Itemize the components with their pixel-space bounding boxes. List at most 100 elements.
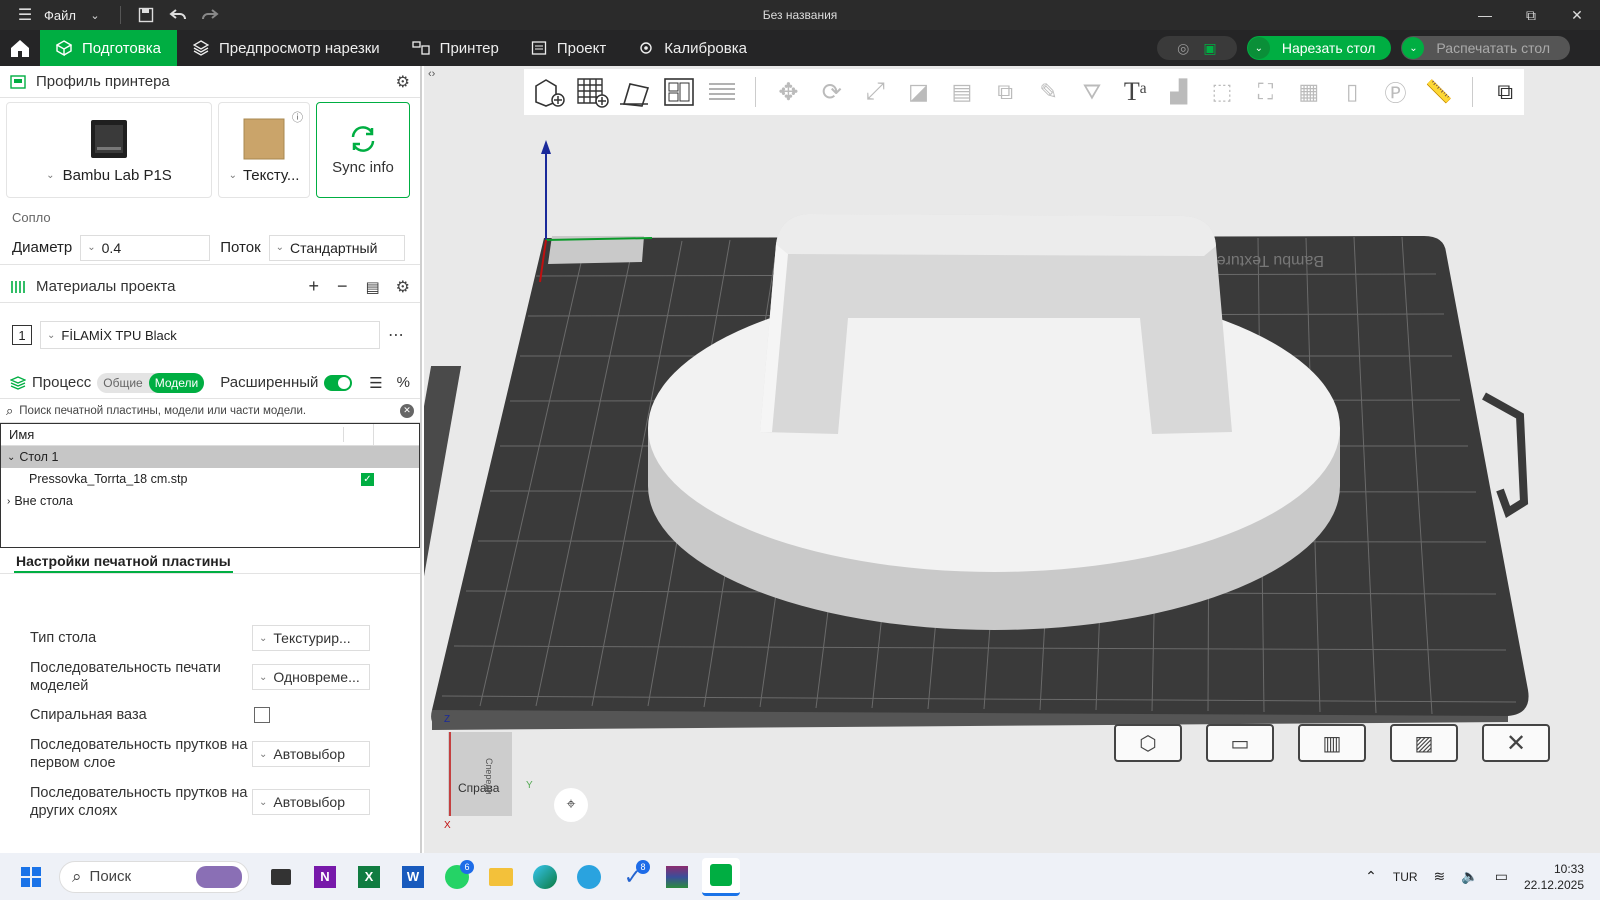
language-indicator[interactable]: TUR — [1393, 870, 1418, 884]
start-button[interactable] — [12, 858, 50, 896]
add-icon[interactable]: + — [308, 276, 319, 297]
excel-icon[interactable]: X — [350, 858, 388, 896]
hamburger-menu-icon[interactable]: ☰ — [12, 2, 38, 28]
bed-type-select[interactable]: ⌄ Текстурир... — [252, 625, 370, 651]
text-icon[interactable]: Tᵃ — [1117, 73, 1154, 111]
todo-icon[interactable]: ✓ 8 — [614, 858, 652, 896]
view-mode-toggle[interactable]: ◎ ▣ — [1156, 36, 1237, 60]
info-icon[interactable]: ⓘ — [292, 109, 303, 125]
spiral-vase-checkbox[interactable] — [254, 707, 270, 723]
plate-settings-icon[interactable]: ▨ — [1390, 724, 1458, 762]
chevron-up-icon[interactable]: ⌃ — [1365, 868, 1377, 885]
wifi-icon[interactable]: ≋ — [1434, 868, 1446, 885]
winrar-icon[interactable] — [658, 858, 696, 896]
plate-lock-icon[interactable]: ▭ — [1206, 724, 1274, 762]
sync-info-button[interactable]: Sync info — [316, 102, 410, 198]
clear-search-icon[interactable]: ✕ — [400, 403, 414, 418]
battery-icon[interactable]: ▭ — [1495, 868, 1508, 885]
tab-slice-preview[interactable]: Предпросмотр нарезки — [177, 30, 396, 66]
support-paint-icon[interactable]: ✎ — [1030, 73, 1067, 111]
onenote-icon[interactable]: N — [306, 858, 344, 896]
tab-project[interactable]: Проект — [515, 30, 622, 66]
color-paint-icon[interactable]: ⛛ — [1073, 73, 1110, 111]
move-icon[interactable]: ✥ — [770, 73, 807, 111]
chevron-right-icon[interactable]: › — [7, 496, 10, 507]
percent-icon[interactable]: % — [397, 374, 410, 391]
tab-printer[interactable]: Принтер — [396, 30, 515, 66]
print-sequence-select[interactable]: ⌄ Одновреме... — [252, 664, 370, 690]
tab-calibration[interactable]: Калибровка — [622, 30, 763, 66]
reset-view-icon[interactable]: ⌖ — [554, 788, 588, 822]
tree-row-model[interactable]: Pressovka_Torrta_18 cm.stp ✓ — [1, 468, 419, 490]
print-plate-button[interactable]: ⌄ Распечатать стол — [1401, 36, 1570, 60]
telegram-icon[interactable] — [570, 858, 608, 896]
add-plate-icon[interactable] — [573, 73, 610, 111]
assembly-icon[interactable]: ⬚ — [1203, 73, 1240, 111]
lay-on-face-icon[interactable]: ◪ — [900, 73, 937, 111]
plate-settings-tab[interactable]: Настройки печатной пластины — [14, 553, 233, 573]
process-general-toggle[interactable]: Общие — [97, 376, 148, 390]
auto-orient-icon[interactable] — [617, 73, 654, 111]
object-search-input[interactable]: Поиск печатной пластины, модели или част… — [19, 405, 394, 417]
undo-icon[interactable] — [165, 2, 191, 28]
restore-button[interactable]: ⧉ — [1508, 0, 1554, 30]
volume-icon[interactable]: 🔈 — [1461, 868, 1478, 885]
chevron-down-icon[interactable]: ⌄ — [82, 2, 108, 28]
list-icon[interactable]: ☰ — [369, 374, 382, 392]
gear-icon[interactable]: ⚙ — [396, 277, 410, 297]
chevron-down-icon[interactable]: ⌄ — [7, 452, 15, 463]
chevron-down-icon[interactable]: ⌄ — [46, 170, 54, 181]
svg-emboss-icon[interactable]: ▟ — [1160, 73, 1197, 111]
bambu-studio-icon[interactable] — [702, 857, 740, 896]
tree-row-off-plate[interactable]: › Вне стола — [1, 490, 419, 512]
arrange-icon[interactable] — [660, 73, 697, 111]
diameter-select[interactable]: ⌄ 0.4 — [80, 234, 211, 261]
3d-viewport[interactable]: ‹› Bambu Texture Справа Y X Z Спереди ⬡ … — [424, 66, 1600, 853]
slice-plate-button[interactable]: ⌄ Нарезать стол — [1246, 36, 1392, 60]
filament-select[interactable]: ⌄ FİLAMİX TPU Black — [40, 321, 380, 349]
plate-arrange-icon[interactable]: ▥ — [1298, 724, 1366, 762]
chevron-down-icon[interactable]: ⌄ — [1402, 37, 1425, 59]
first-layer-sequence-select[interactable]: ⌄ Автовыбор — [252, 741, 370, 767]
variable-layer-icon[interactable]: ▦ — [1290, 73, 1327, 111]
whatsapp-icon[interactable]: 6 — [438, 858, 476, 896]
edge-icon[interactable] — [526, 858, 564, 896]
more-options-icon[interactable]: ⋯ — [388, 325, 404, 345]
gear-icon[interactable]: ⚙ — [396, 72, 410, 92]
plate-auto-orient-icon[interactable]: ⬡ — [1114, 724, 1182, 762]
fit-icon[interactable]: ⛶ — [1247, 73, 1284, 111]
scale-icon[interactable]: ⤢ — [857, 73, 894, 111]
tab-prepare[interactable]: Подготовка — [40, 30, 177, 66]
split-layers-icon[interactable] — [703, 73, 740, 111]
printer-card[interactable]: ⌄ Bambu Lab P1S — [6, 102, 212, 198]
boolean-icon[interactable]: ⧉ — [987, 73, 1024, 111]
plate-delete-icon[interactable]: ✕ — [1482, 724, 1550, 762]
word-icon[interactable]: W — [394, 858, 432, 896]
process-models-toggle[interactable]: Модели — [148, 372, 205, 393]
redo-icon[interactable] — [197, 2, 223, 28]
single-plate-icon[interactable]: ◎ — [1177, 40, 1189, 57]
rotate-icon[interactable]: ⟳ — [813, 73, 850, 111]
cut-icon[interactable]: ▤ — [943, 73, 980, 111]
task-view-icon[interactable] — [262, 858, 300, 896]
file-explorer-icon[interactable] — [482, 858, 520, 896]
chevron-down-icon[interactable]: ⌄ — [1247, 37, 1270, 59]
clock[interactable]: 10:33 22.12.2025 — [1524, 861, 1584, 893]
multi-plate-icon[interactable]: ▣ — [1203, 40, 1216, 57]
home-button[interactable] — [0, 30, 40, 66]
flow-select[interactable]: ⌄ Стандартный — [268, 234, 405, 261]
measure-icon[interactable]: 📏 — [1420, 73, 1457, 111]
remove-icon[interactable]: − — [337, 276, 348, 297]
add-object-icon[interactable] — [530, 73, 567, 111]
file-menu[interactable]: Файл — [44, 8, 76, 23]
explode-view-icon[interactable]: ⧉ — [1487, 73, 1524, 111]
minimize-button[interactable]: — — [1462, 0, 1508, 30]
filament-slot[interactable]: 1 — [12, 325, 32, 345]
taskbar-search[interactable]: ⌕ Поиск — [59, 860, 249, 893]
chevron-down-icon[interactable]: ⌄ — [229, 170, 237, 181]
seam-paint-icon[interactable]: Ⓟ — [1377, 73, 1414, 111]
other-layers-sequence-select[interactable]: ⌄ Автовыбор — [252, 789, 370, 815]
save-icon[interactable] — [133, 2, 159, 28]
brim-ears-icon[interactable]: ▯ — [1333, 73, 1370, 111]
tree-row-plate[interactable]: ⌄ Стол 1 — [1, 446, 419, 468]
